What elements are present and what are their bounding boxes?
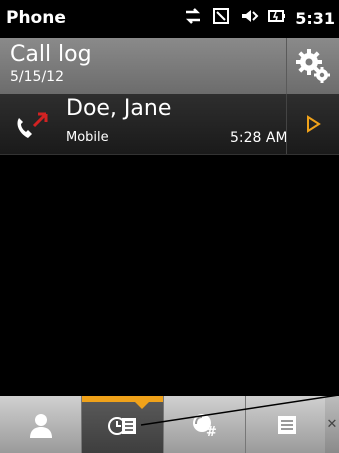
data-sync-icon [183,6,203,30]
gear-icon [296,49,330,83]
status-time: 5:31 [295,8,335,28]
play-arrow-icon [307,115,321,133]
no-signal-icon [211,6,231,30]
call-log-header: Call log 5/15/12 [0,38,339,94]
tab-menu[interactable] [246,396,328,453]
number-type: Mobile [66,130,109,145]
status-bar: Phone 5:31 [0,0,339,38]
svg-text:#: # [206,425,217,438]
contact-name: Doe, Jane [66,96,172,121]
bottom-tab-bar: # [0,396,339,453]
tab-dialpad[interactable]: # [164,396,246,453]
tab-indicator-arrow [135,402,149,409]
tab-call-log[interactable] [82,396,164,453]
close-icon: ✕ [326,417,338,432]
contacts-icon [29,413,52,438]
call-log-entry[interactable]: Doe, Jane Mobile 5:28 AM [0,94,339,155]
call-back-button[interactable] [286,94,339,154]
status-icons: 5:31 [183,6,335,30]
call-time: 5:28 AM [230,130,288,146]
volume-icon [239,6,259,30]
call-log-icon [107,416,136,435]
missed-call-icon [12,106,52,142]
close-button[interactable]: ✕ [325,396,339,453]
app-title: Phone [6,8,66,28]
battery-charging-icon [267,6,287,30]
dialpad-icon: # [192,413,217,438]
page-date: 5/15/12 [10,69,64,85]
tab-contacts[interactable] [0,396,82,453]
menu-icon [277,415,296,434]
settings-button[interactable] [286,38,339,94]
page-title: Call log [10,42,92,67]
